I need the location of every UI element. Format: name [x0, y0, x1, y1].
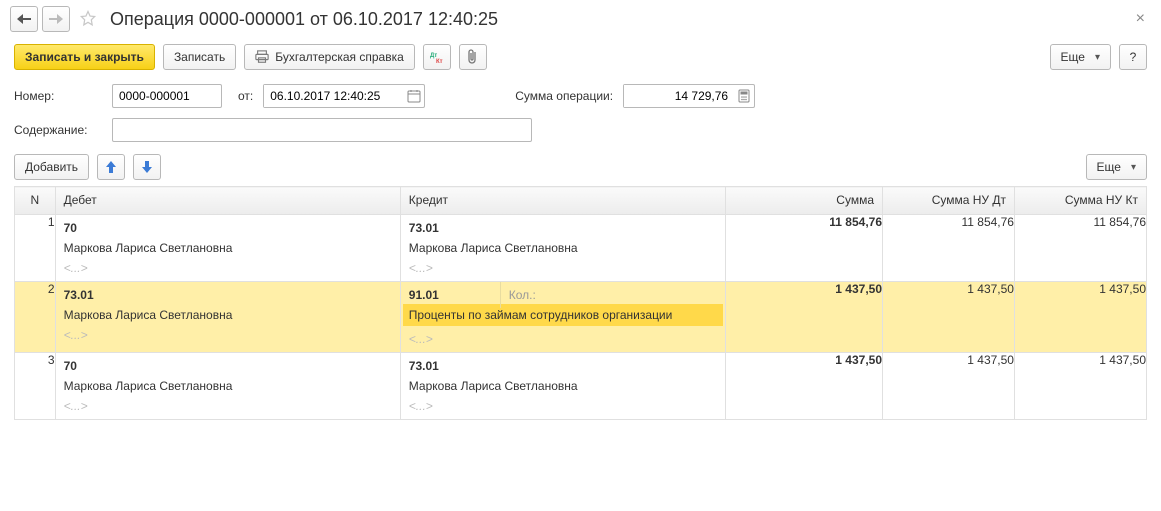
nav-back-button[interactable] [10, 6, 38, 32]
page-title: Операция 0000-000001 от 06.10.2017 12:40… [110, 9, 498, 30]
debit-subconto: Маркова Лариса Светлановна [64, 308, 392, 322]
credit-account: 91.01 [401, 282, 501, 308]
cell-nu_dt[interactable]: 1 437,50 [883, 282, 1015, 353]
credit-subconto: Маркова Лариса Светлановна [409, 241, 717, 255]
debit-account: 73.01 [64, 288, 392, 302]
save-and-close-button[interactable]: Записать и закрыть [14, 44, 155, 70]
main-toolbar: Записать и закрыть Записать Бухгалтерска… [0, 38, 1161, 80]
credit-subconto: Маркова Лариса Светлановна [409, 379, 717, 393]
sum-input[interactable] [624, 85, 734, 107]
row-number: 3 [15, 353, 56, 420]
postings-table: N Дебет Кредит Сумма Сумма НУ Дт Сумма Н… [14, 186, 1147, 420]
credit-cell[interactable]: 73.01 Маркова Лариса Светлановна <...> [400, 215, 725, 282]
cell-nu_dt[interactable]: 1 437,50 [883, 353, 1015, 420]
date-input-wrap [263, 84, 425, 108]
dt-kt-button[interactable]: Дт Кт [423, 44, 451, 70]
quantity-label: Кол.: [501, 282, 544, 308]
number-label: Номер: [14, 89, 102, 103]
col-n[interactable]: N [15, 187, 56, 215]
calendar-icon[interactable] [404, 89, 424, 103]
content-input[interactable] [112, 118, 532, 142]
arrow-up-icon [105, 160, 117, 174]
cell-nu_kt[interactable]: 1 437,50 [1014, 353, 1146, 420]
debit-account: 70 [64, 359, 392, 373]
dt-kt-icon: Дт Кт [429, 50, 445, 64]
arrow-down-icon [141, 160, 153, 174]
debit-account: 70 [64, 221, 392, 235]
cell-nu_kt[interactable]: 11 854,76 [1014, 215, 1146, 282]
debit-cell[interactable]: 73.01 Маркова Лариса Светлановна <...> [55, 282, 400, 353]
move-down-button[interactable] [133, 154, 161, 180]
col-nu-dt[interactable]: Сумма НУ Дт [883, 187, 1015, 215]
row-number: 2 [15, 282, 56, 353]
debit-placeholder: <...> [64, 328, 392, 342]
credit-account: 73.01 [409, 359, 717, 373]
table-row[interactable]: 3 70 Маркова Лариса Светлановна <...> 73.01 М… [15, 353, 1147, 420]
more-button[interactable]: Еще [1050, 44, 1111, 70]
help-button[interactable]: ? [1119, 44, 1147, 70]
favorite-star-icon[interactable] [78, 9, 98, 29]
cell-sum[interactable]: 1 437,50 [725, 282, 882, 353]
accounting-reference-button[interactable]: Бухгалтерская справка [244, 44, 415, 70]
arrow-right-icon [49, 14, 63, 24]
form-row-content: Содержание: [0, 114, 1161, 148]
credit-placeholder: <...> [409, 261, 717, 275]
sum-input-wrap [623, 84, 755, 108]
grid-more-button[interactable]: Еще [1086, 154, 1147, 180]
printer-icon [255, 50, 269, 64]
credit-cell[interactable]: 73.01 Маркова Лариса Светлановна <...> [400, 353, 725, 420]
calculator-icon[interactable] [734, 89, 754, 103]
grid-toolbar: Добавить Еще [0, 148, 1161, 186]
cell-sum[interactable]: 1 437,50 [725, 353, 882, 420]
cell-nu_kt[interactable]: 1 437,50 [1014, 282, 1146, 353]
col-sum[interactable]: Сумма [725, 187, 882, 215]
table-header-row: N Дебет Кредит Сумма Сумма НУ Дт Сумма Н… [15, 187, 1147, 215]
debit-subconto: Маркова Лариса Светлановна [64, 379, 392, 393]
arrow-left-icon [17, 14, 31, 24]
title-bar: Операция 0000-000001 от 06.10.2017 12:40… [0, 0, 1161, 38]
save-button[interactable]: Записать [163, 44, 236, 70]
date-input[interactable] [264, 85, 404, 107]
cell-nu_dt[interactable]: 11 854,76 [883, 215, 1015, 282]
svg-text:Кт: Кт [436, 59, 443, 64]
debit-placeholder: <...> [64, 261, 392, 275]
debit-placeholder: <...> [64, 399, 392, 413]
credit-subconto: Проценты по займам сотрудников организац… [403, 304, 723, 326]
sum-label: Сумма операции: [515, 89, 613, 103]
debit-cell[interactable]: 70 Маркова Лариса Светлановна <...> [55, 215, 400, 282]
attachment-button[interactable] [459, 44, 487, 70]
move-up-button[interactable] [97, 154, 125, 180]
credit-placeholder: <...> [409, 332, 717, 346]
content-label: Содержание: [14, 123, 102, 137]
credit-placeholder: <...> [409, 399, 717, 413]
close-button[interactable]: × [1130, 8, 1151, 30]
cell-sum[interactable]: 11 854,76 [725, 215, 882, 282]
col-debit[interactable]: Дебет [55, 187, 400, 215]
debit-subconto: Маркова Лариса Светлановна [64, 241, 392, 255]
credit-cell[interactable]: 91.01Кол.:Проценты по займам сотрудников… [400, 282, 725, 353]
paperclip-icon [468, 49, 478, 65]
nav-forward-button[interactable] [42, 6, 70, 32]
form-row-header: Номер: от: Сумма операции: [0, 80, 1161, 114]
add-row-button[interactable]: Добавить [14, 154, 89, 180]
accounting-reference-label: Бухгалтерская справка [275, 50, 404, 64]
table-row[interactable]: 1 70 Маркова Лариса Светлановна <...> 73.01 М… [15, 215, 1147, 282]
debit-cell[interactable]: 70 Маркова Лариса Светлановна <...> [55, 353, 400, 420]
credit-account: 73.01 [409, 221, 717, 235]
col-credit[interactable]: Кредит [400, 187, 725, 215]
number-input[interactable] [112, 84, 222, 108]
from-label: от: [238, 89, 253, 103]
col-nu-kt[interactable]: Сумма НУ Кт [1014, 187, 1146, 215]
table-row[interactable]: 273.01Маркова Лариса Светлановна<...>91.… [15, 282, 1147, 353]
row-number: 1 [15, 215, 56, 282]
